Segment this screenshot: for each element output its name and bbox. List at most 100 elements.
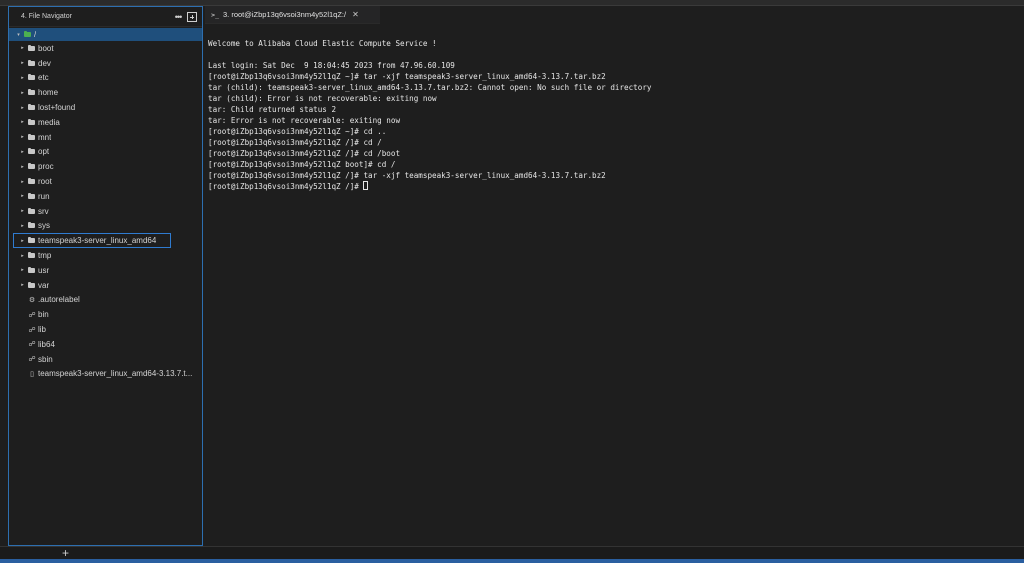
terminal-line: [root@iZbp13q6vsoi3nm4y52l1qZ /]# cd /bo… xyxy=(208,148,1024,159)
tree-item-folder[interactable]: ▸ etc xyxy=(9,71,202,86)
tree-item-label: opt xyxy=(38,147,50,157)
terminal-line-text: [root@iZbp13q6vsoi3nm4y52l1qZ /]# xyxy=(208,182,364,191)
folder-icon xyxy=(28,89,35,96)
terminal-line-text: [root@iZbp13q6vsoi3nm4y52l1qZ /]# tar -x… xyxy=(208,171,606,180)
file-navigator-header: 4. File Navigator ••• xyxy=(9,7,202,27)
terminal-line-text: [root@iZbp13q6vsoi3nm4y52l1qZ ~]# tar -x… xyxy=(208,72,606,81)
add-icon[interactable] xyxy=(187,11,197,22)
status-bar xyxy=(0,559,1024,563)
tree-item-label: / xyxy=(34,30,37,39)
terminal-tab-bar: >_ 3. root@iZbp13q6vsoi3nm4y52l1qZ:/ ✕ xyxy=(205,6,1024,24)
tree-item-label: lost+found xyxy=(38,103,76,113)
terminal-line: tar: Child returned status 2 xyxy=(208,104,1024,115)
tree-item-folder[interactable]: ▸ tmp xyxy=(9,248,202,263)
tree-item-label: teamspeak3-server_linux_amd64-3.13.7.t..… xyxy=(38,369,193,379)
folder-icon xyxy=(28,281,35,288)
terminal-line-text: tar (child): Error is not recoverable: e… xyxy=(208,94,437,103)
tree-item-label: mnt xyxy=(38,132,52,142)
tree-item-label: sys xyxy=(38,221,50,231)
expand-toggle-icon[interactable]: ▸ xyxy=(19,45,26,51)
tree-item-folder[interactable]: ▸ home xyxy=(9,85,202,100)
terminal-output[interactable]: Welcome to Alibaba Cloud Elastic Compute… xyxy=(205,24,1024,546)
expand-toggle-icon[interactable]: ▸ xyxy=(19,179,26,185)
tree-item-folder[interactable]: ▸ dev xyxy=(9,56,202,71)
folder-icon xyxy=(28,74,35,81)
expand-toggle-icon[interactable]: ▸ xyxy=(19,149,26,155)
tree-item-label: .autorelabel xyxy=(38,295,80,305)
terminal-tab-title: 3. root@iZbp13q6vsoi3nm4y52l1qZ:/ xyxy=(223,10,347,19)
link-icon: ☍ xyxy=(28,341,36,349)
folder-icon xyxy=(28,192,35,199)
tree-item-file[interactable]: ☍ lib xyxy=(9,322,202,337)
expand-toggle-icon[interactable]: ▸ xyxy=(19,253,26,259)
tree-item-folder[interactable]: ▸ media xyxy=(9,115,202,130)
expand-toggle-icon[interactable]: ▸ xyxy=(19,193,26,199)
expand-toggle-icon[interactable]: ▸ xyxy=(19,60,26,66)
file-navigator-panel: 4. File Navigator ••• ▾ / ▸ boot ▸ dev ▸ etc ▸… xyxy=(8,6,203,546)
expand-toggle-icon[interactable]: ▸ xyxy=(19,282,26,288)
terminal-line-text: [root@iZbp13q6vsoi3nm4y52l1qZ /]# cd /bo… xyxy=(208,149,401,158)
add-panel-button[interactable]: + xyxy=(62,546,69,560)
tree-item-folder[interactable]: ▸ root xyxy=(9,174,202,189)
folder-icon xyxy=(28,178,35,185)
close-icon[interactable]: ✕ xyxy=(352,10,359,19)
terminal-line: [root@iZbp13q6vsoi3nm4y52l1qZ /]# cd / xyxy=(208,137,1024,148)
terminal-line: tar (child): Error is not recoverable: e… xyxy=(208,93,1024,104)
folder-icon xyxy=(28,266,35,273)
folder-icon xyxy=(28,59,35,66)
terminal-line-text: [root@iZbp13q6vsoi3nm4y52l1qZ boot]# cd … xyxy=(208,160,396,169)
tree-item-label: sbin xyxy=(38,354,53,364)
tree-item-label: usr xyxy=(38,265,50,275)
terminal-line: [root@iZbp13q6vsoi3nm4y52l1qZ /]# xyxy=(208,181,1024,192)
tree-item-folder[interactable]: ▸ teamspeak3-server_linux_amd64 xyxy=(13,233,171,249)
expand-toggle-icon[interactable]: ▸ xyxy=(19,105,26,111)
tree-item-label: var xyxy=(38,280,50,290)
tree-item-folder[interactable]: ▸ run xyxy=(9,189,202,204)
folder-icon xyxy=(28,104,35,111)
tree-item-file[interactable]: ☍ sbin xyxy=(9,352,202,367)
tree-item-folder[interactable]: ▸ sys xyxy=(9,219,202,234)
tree-item-folder[interactable]: ▸ boot xyxy=(9,41,202,56)
tree-item-folder[interactable]: ▸ opt xyxy=(9,145,202,160)
tree-item-label: lib64 xyxy=(38,339,55,349)
tree-item-label: bin xyxy=(38,310,49,320)
terminal-line: tar: Error is not recoverable: exiting n… xyxy=(208,115,1024,126)
folder-icon xyxy=(28,148,35,155)
expand-toggle-icon[interactable]: ▸ xyxy=(19,75,26,81)
terminal-line-text: tar: Child returned status 2 xyxy=(208,105,337,114)
terminal-tab[interactable]: >_ 3. root@iZbp13q6vsoi3nm4y52l1qZ:/ ✕ xyxy=(205,6,380,24)
tree-item-file[interactable]: ▯ teamspeak3-server_linux_amd64-3.13.7.t.… xyxy=(9,367,202,382)
tree-item-folder[interactable]: ▸ proc xyxy=(9,159,202,174)
expand-toggle-icon[interactable]: ▸ xyxy=(19,90,26,96)
terminal-line: Last login: Sat Dec 9 18:04:45 2023 from… xyxy=(208,60,1024,71)
folder-icon xyxy=(28,163,35,170)
expand-toggle-icon[interactable]: ▸ xyxy=(19,267,26,273)
folder-icon xyxy=(28,118,35,125)
tree-item-file[interactable]: ☍ lib64 xyxy=(9,337,202,352)
expand-toggle-icon[interactable]: ▸ xyxy=(19,119,26,125)
expand-toggle-icon[interactable]: ▸ xyxy=(19,208,26,214)
tree-item-folder[interactable]: ▸ lost+found xyxy=(9,100,202,115)
expand-toggle-icon[interactable]: ▸ xyxy=(19,238,26,244)
tree-item-label: tmp xyxy=(38,251,52,261)
folder-icon xyxy=(28,207,35,214)
terminal-line-text: tar: Error is not recoverable: exiting n… xyxy=(208,116,401,125)
more-options-icon[interactable]: ••• xyxy=(171,12,185,22)
link-icon: ☍ xyxy=(28,326,36,334)
tree-item-folder[interactable]: ▸ mnt xyxy=(9,130,202,145)
tree-item-file[interactable]: ⚙ .autorelabel xyxy=(9,293,202,308)
tree-item-label: dev xyxy=(38,58,51,68)
terminal-line-text: Welcome to Alibaba Cloud Elastic Compute… xyxy=(208,39,437,48)
terminal-line: [root@iZbp13q6vsoi3nm4y52l1qZ boot]# cd … xyxy=(208,159,1024,170)
expand-toggle-icon[interactable]: ▸ xyxy=(19,223,26,229)
expand-toggle-icon[interactable]: ▸ xyxy=(19,134,26,140)
tree-item-folder[interactable]: ▸ srv xyxy=(9,204,202,219)
tree-item-root[interactable]: ▾ / xyxy=(9,28,202,41)
tree-item-label: root xyxy=(38,177,52,187)
expand-toggle-icon[interactable]: ▸ xyxy=(19,164,26,170)
folder-icon xyxy=(28,252,35,259)
tree-item-file[interactable]: ☍ bin xyxy=(9,307,202,322)
expand-toggle-icon[interactable]: ▾ xyxy=(9,32,22,38)
tree-item-folder[interactable]: ▸ usr xyxy=(9,263,202,278)
tree-item-folder[interactable]: ▸ var xyxy=(9,278,202,293)
